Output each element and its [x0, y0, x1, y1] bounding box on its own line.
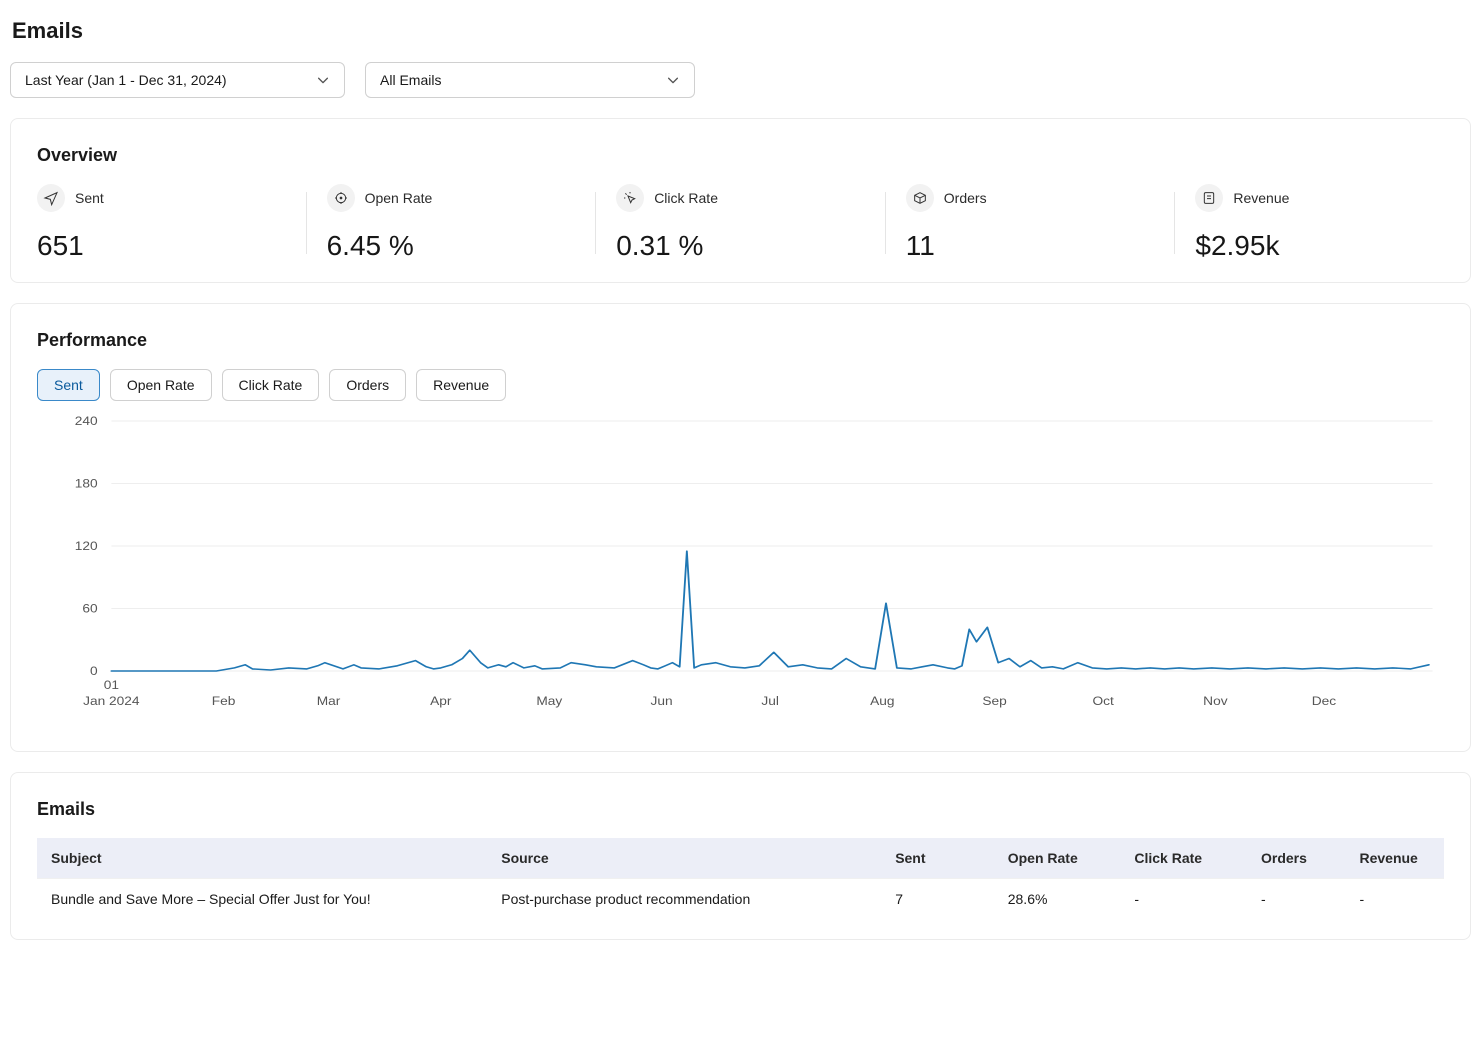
metric-separator — [595, 192, 596, 254]
metric-value: 0.31 % — [616, 230, 855, 262]
metric-click_rate: Click Rate 0.31 % — [616, 184, 865, 262]
svg-text:May: May — [536, 694, 562, 708]
svg-text:Oct: Oct — [1093, 694, 1115, 708]
col-orders[interactable]: Orders — [1247, 838, 1345, 879]
metric-separator — [885, 192, 886, 254]
emails-table: SubjectSourceSentOpen RateClick RateOrde… — [37, 838, 1444, 919]
col-source[interactable]: Source — [487, 838, 881, 879]
col-click-rate[interactable]: Click Rate — [1120, 838, 1247, 879]
metric-separator — [306, 192, 307, 254]
svg-text:01: 01 — [104, 678, 119, 692]
svg-text:240: 240 — [75, 414, 98, 428]
date-range-value: Last Year (Jan 1 - Dec 31, 2024) — [25, 72, 227, 88]
table-cell: 28.6% — [994, 879, 1121, 920]
svg-text:Mar: Mar — [317, 694, 341, 708]
svg-text:Jul: Jul — [761, 694, 779, 708]
svg-text:Apr: Apr — [430, 694, 452, 708]
metric-orders: Orders 11 — [906, 184, 1155, 262]
metric-label: Click Rate — [654, 190, 718, 206]
orders-icon — [906, 184, 934, 212]
svg-text:Aug: Aug — [870, 694, 894, 708]
svg-text:60: 60 — [82, 601, 97, 615]
performance-tabs: Sent Open Rate Click Rate Orders Revenue — [37, 369, 1444, 401]
page-title: Emails — [12, 18, 1471, 44]
overview-title: Overview — [37, 145, 1444, 166]
emails-table-title: Emails — [37, 799, 1444, 820]
metric-label: Revenue — [1233, 190, 1289, 206]
table-cell: - — [1345, 879, 1444, 920]
table-cell: Bundle and Save More – Special Offer Jus… — [37, 879, 487, 920]
chevron-down-icon — [666, 73, 680, 87]
emails-table-card: Emails SubjectSourceSentOpen RateClick R… — [10, 772, 1471, 940]
svg-text:Jun: Jun — [651, 694, 673, 708]
performance-title: Performance — [37, 330, 1444, 351]
metric-label: Open Rate — [365, 190, 433, 206]
svg-text:120: 120 — [75, 539, 98, 553]
metric-value: 11 — [906, 230, 1145, 262]
svg-text:Nov: Nov — [1203, 694, 1228, 708]
tab-orders[interactable]: Orders — [329, 369, 406, 401]
tab-open-rate[interactable]: Open Rate — [110, 369, 212, 401]
filters-bar: Last Year (Jan 1 - Dec 31, 2024) All Ema… — [10, 62, 1471, 98]
svg-text:Feb: Feb — [212, 694, 236, 708]
svg-text:0: 0 — [90, 664, 98, 678]
metric-label: Sent — [75, 190, 104, 206]
table-cell: 7 — [881, 879, 994, 920]
performance-chart: 0 60 120 180 240 01 Jan 2024 Feb Mar Apr May Jun Jul… — [37, 411, 1444, 731]
tab-revenue[interactable]: Revenue — [416, 369, 506, 401]
open-icon — [327, 184, 355, 212]
metric-value: 651 — [37, 230, 276, 262]
metric-value: 6.45 % — [327, 230, 566, 262]
click-icon — [616, 184, 644, 212]
chevron-down-icon — [316, 73, 330, 87]
svg-text:180: 180 — [75, 476, 98, 490]
email-filter-dropdown[interactable]: All Emails — [365, 62, 695, 98]
send-icon — [37, 184, 65, 212]
table-cell: - — [1247, 879, 1345, 920]
svg-text:Sep: Sep — [982, 694, 1006, 708]
col-subject[interactable]: Subject — [37, 838, 487, 879]
revenue-icon — [1195, 184, 1223, 212]
svg-text:Dec: Dec — [1312, 694, 1337, 708]
metric-sent: Sent 651 — [37, 184, 286, 262]
col-open-rate[interactable]: Open Rate — [994, 838, 1121, 879]
tab-sent[interactable]: Sent — [37, 369, 100, 401]
svg-text:Jan 2024: Jan 2024 — [83, 694, 139, 708]
table-cell: - — [1120, 879, 1247, 920]
col-revenue[interactable]: Revenue — [1345, 838, 1444, 879]
overview-card: Overview Sent 651 Open Rate 6.45 % Click Rat… — [10, 118, 1471, 283]
date-range-dropdown[interactable]: Last Year (Jan 1 - Dec 31, 2024) — [10, 62, 345, 98]
email-filter-value: All Emails — [380, 72, 441, 88]
table-cell: Post-purchase product recommendation — [487, 879, 881, 920]
metric-value: $2.95k — [1195, 230, 1434, 262]
metric-open_rate: Open Rate 6.45 % — [327, 184, 576, 262]
metric-separator — [1174, 192, 1175, 254]
performance-card: Performance Sent Open Rate Click Rate Order… — [10, 303, 1471, 752]
tab-click-rate[interactable]: Click Rate — [222, 369, 320, 401]
col-sent[interactable]: Sent — [881, 838, 994, 879]
table-row[interactable]: Bundle and Save More – Special Offer Jus… — [37, 879, 1444, 920]
metric-label: Orders — [944, 190, 987, 206]
metric-revenue: Revenue $2.95k — [1195, 184, 1444, 262]
